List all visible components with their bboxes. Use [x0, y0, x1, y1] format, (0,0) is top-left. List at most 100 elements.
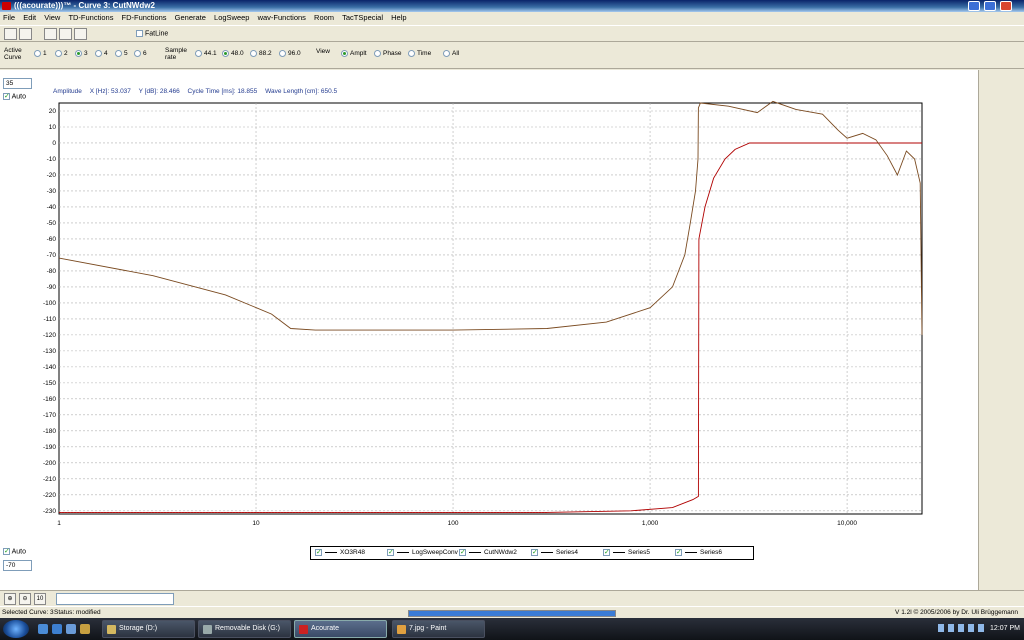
auto-bottom-checkbox[interactable]: [3, 548, 10, 555]
save-disk-icon[interactable]: [19, 28, 32, 40]
auto-top-label: Auto: [11, 93, 26, 101]
menu-tactspecial[interactable]: TacTSpecial: [342, 13, 383, 22]
view-radio-phase[interactable]: Phase: [374, 50, 401, 57]
legend-item[interactable]: Series5: [603, 547, 650, 559]
rate-radio-88-2[interactable]: 88.2: [250, 50, 272, 57]
taskbar-item-removable-disk[interactable]: Removable Disk (G:): [198, 620, 291, 638]
progress-bar: [408, 610, 616, 617]
view-radio-all[interactable]: All: [443, 50, 459, 57]
y-tick-label: -170: [43, 412, 56, 419]
y-tick-label: 20: [49, 108, 57, 115]
auto-top-checkbox[interactable]: [3, 93, 10, 100]
show-desktop-icon[interactable]: [38, 624, 48, 634]
menu-bar: File Edit View TD-Functions FD-Functions…: [0, 12, 1024, 24]
menu-logsweep[interactable]: LogSweep: [214, 13, 249, 22]
taskbar-item-acourate[interactable]: Acourate: [294, 620, 387, 638]
y-tick-label: -220: [43, 492, 56, 499]
y-tick-label: 10: [49, 124, 57, 131]
start-orb-icon[interactable]: [3, 620, 29, 638]
y-tick-label: -190: [43, 444, 56, 451]
legend-item[interactable]: Series4: [531, 547, 578, 559]
taskbar-item-storage[interactable]: Storage (D:): [102, 620, 195, 638]
y-max-input[interactable]: 35: [3, 78, 32, 89]
y-tick-label: -30: [47, 188, 57, 195]
view-radio-amplt[interactable]: Amplt: [341, 50, 367, 57]
curve-radio-5[interactable]: 5: [115, 50, 128, 57]
tray-icons[interactable]: [938, 624, 989, 633]
x-tick-label: 100: [448, 520, 459, 527]
view-radio-time[interactable]: Time: [408, 50, 431, 57]
menu-fd-functions[interactable]: FD-Functions: [122, 13, 167, 22]
zoom-step-button[interactable]: 10: [34, 593, 46, 605]
delete-curve-icon[interactable]: [44, 28, 57, 40]
y-tick-label: 0: [52, 140, 56, 147]
clock[interactable]: 12:07 PM: [990, 625, 1020, 632]
play-speaker-icon[interactable]: [74, 28, 87, 40]
zoom-in-icon[interactable]: ⊕: [4, 593, 16, 605]
menu-generate[interactable]: Generate: [175, 13, 206, 22]
auto-top-toggle[interactable]: Auto: [3, 93, 26, 100]
x-tick-label: 10: [252, 520, 260, 527]
ie-icon[interactable]: [52, 624, 62, 634]
y-tick-label: -130: [43, 348, 56, 355]
curve-radio-4[interactable]: 4: [95, 50, 108, 57]
auto-bottom-toggle[interactable]: Auto: [3, 548, 26, 555]
menu-td-functions[interactable]: TD-Functions: [68, 13, 113, 22]
y-tick-label: -40: [47, 204, 57, 211]
y-tick-label: -20: [47, 172, 57, 179]
rate-radio-48-0[interactable]: 48.0: [222, 50, 244, 57]
zoom-out-icon[interactable]: ⊖: [19, 593, 31, 605]
menu-help[interactable]: Help: [391, 13, 406, 22]
x-tick-label: 1,000: [642, 520, 659, 527]
legend-item[interactable]: Series6: [675, 547, 722, 559]
zoom-bar: ⊕ ⊖ 10: [0, 590, 1024, 606]
y-tick-label: -210: [43, 476, 56, 483]
menu-edit[interactable]: Edit: [23, 13, 36, 22]
system-tray: 12:07 PM: [924, 618, 1024, 640]
title-bar: (((acourate)))™ - Curve 3: CutNWdw2: [0, 0, 1024, 12]
curve-radio-1[interactable]: 1: [34, 50, 47, 57]
curve-radio-2[interactable]: 2: [55, 50, 68, 57]
sample-rate-label: Sample rate: [165, 47, 188, 61]
y-min-input[interactable]: -70: [3, 560, 32, 571]
progress-fill: [409, 611, 615, 616]
legend-item[interactable]: LogSweepConv: [387, 547, 458, 559]
maximize-button[interactable]: [984, 1, 996, 11]
y-tick-label: -230: [43, 508, 56, 515]
active-curve-label: Active Curve: [4, 47, 22, 61]
curve-radio-3[interactable]: 3: [75, 50, 88, 57]
y-tick-label: -110: [43, 316, 56, 323]
legend-item[interactable]: XO3R48: [315, 547, 365, 559]
plot-area[interactable]: Amplitude X [Hz]: 53.037 Y [dB]: 28.466 …: [35, 70, 978, 590]
y-tick-label: -90: [47, 284, 57, 291]
frequency-response-chart[interactable]: 20100-10-20-30-40-50-60-70-80-90-100-110…: [35, 70, 978, 590]
y-tick-label: -60: [47, 236, 57, 243]
menu-wav-functions[interactable]: wav-Functions: [258, 13, 306, 22]
y-tick-label: -160: [43, 396, 56, 403]
zoom-input[interactable]: [56, 593, 174, 605]
x-tick-label: 10,000: [837, 520, 857, 527]
curve-radio-6[interactable]: 6: [134, 50, 147, 57]
left-panel: 35 Auto Auto -70: [0, 70, 35, 590]
explorer-icon[interactable]: [80, 624, 90, 634]
menu-view[interactable]: View: [44, 13, 60, 22]
y-tick-label: -150: [43, 380, 56, 387]
minimize-button[interactable]: [968, 1, 980, 11]
switch-windows-icon[interactable]: [66, 624, 76, 634]
menu-file[interactable]: File: [3, 13, 15, 22]
close-button[interactable]: [1000, 1, 1012, 11]
menu-room[interactable]: Room: [314, 13, 334, 22]
legend-item[interactable]: CutNWdw2: [459, 547, 517, 559]
delete-all-icon[interactable]: [59, 28, 72, 40]
rate-radio-96-0[interactable]: 96.0: [279, 50, 301, 57]
y-tick-label: -200: [43, 460, 56, 467]
y-tick-label: -140: [43, 364, 56, 371]
fatline-checkbox[interactable]: [136, 30, 143, 37]
open-folder-icon[interactable]: [4, 28, 17, 40]
y-tick-label: -100: [43, 300, 56, 307]
taskbar-item-paint[interactable]: 7.jpg - Paint: [392, 620, 485, 638]
app-icon: [2, 2, 11, 10]
view-label: View: [316, 48, 330, 55]
rate-radio-44-1[interactable]: 44.1: [195, 50, 217, 57]
options-bar: Active Curve 1 2 3 4 5 6 Sample rate 44.…: [0, 43, 1024, 69]
